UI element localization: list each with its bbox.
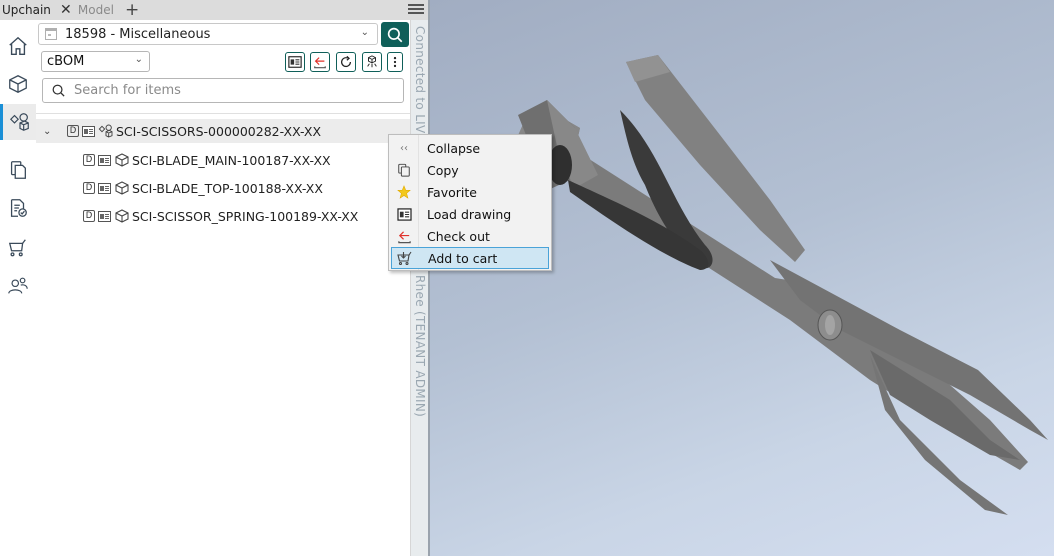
tab-label: Upchain	[2, 3, 51, 17]
refresh-icon	[341, 55, 351, 68]
assembly-tree-icon	[367, 55, 377, 68]
tab-upchain[interactable]: Upchain ✕	[0, 0, 76, 20]
chevron-down-icon: ⌄	[360, 27, 369, 38]
status-badge: D	[83, 154, 95, 166]
item-number: SCI-BLADE_TOP-100188-XX-XX	[132, 180, 323, 196]
check-out-button[interactable]	[310, 52, 330, 72]
close-icon[interactable]: ✕	[59, 2, 73, 18]
assembly-icon	[98, 124, 113, 138]
drawing-icon	[98, 154, 111, 166]
item-number: SCI-SCISSORS-000000282-XX-XX	[116, 123, 322, 139]
calendar-icon	[45, 28, 57, 40]
plus-icon[interactable]: +	[125, 0, 139, 20]
star-icon	[391, 181, 417, 203]
load-drawing-button[interactable]	[285, 52, 305, 72]
search-button[interactable]	[381, 22, 409, 47]
check-out-icon	[391, 225, 417, 247]
cart-icon	[8, 239, 26, 257]
check-out-icon	[314, 57, 326, 69]
connection-status-bar: Connected to LIVE Rhee (TENANT ADMIN)	[410, 20, 428, 556]
connection-status-top: Connected to LIVE	[413, 26, 427, 142]
chevron-down-icon: ⌄	[134, 54, 143, 65]
drawing-icon	[288, 56, 302, 68]
status-badge: D	[83, 182, 95, 194]
more-vertical-icon	[393, 56, 397, 68]
tree-row[interactable]: D SCI-BLADE_TOP-100188-XX-XX	[83, 176, 323, 200]
nav-parts[interactable]	[0, 66, 36, 102]
collapse-icon: ‹‹	[400, 142, 408, 154]
home-icon	[9, 36, 27, 55]
nav-home[interactable]	[0, 28, 36, 64]
chevron-down-icon[interactable]: ⌄	[43, 126, 55, 137]
nav-users[interactable]	[0, 268, 36, 304]
menu-item-load-drawing[interactable]: Load drawing	[391, 203, 549, 225]
drawing-icon	[391, 203, 417, 225]
connection-status-user: Rhee (TENANT ADMIN)	[413, 275, 427, 418]
assembly-tree-button[interactable]	[362, 52, 382, 72]
left-nav	[0, 20, 36, 556]
drawing-icon	[82, 125, 95, 137]
menu-item-label: Check out	[427, 228, 490, 244]
cube-icon	[9, 75, 27, 93]
tab-model[interactable]: Model	[76, 0, 117, 20]
menu-item-label: Collapse	[427, 140, 481, 156]
item-search-field[interactable]	[42, 78, 404, 103]
part-icon	[115, 209, 129, 223]
search-icon	[387, 27, 403, 42]
status-badge: D	[67, 125, 79, 137]
tab-label: Model	[77, 3, 114, 17]
assembly-icon	[9, 113, 29, 131]
document-check-icon	[10, 199, 27, 217]
bom-type-select[interactable]: cBOM ⌄	[41, 51, 150, 72]
tree-row-root[interactable]: ⌄ D SCI-SCISSORS-000000282-XX-XX	[36, 119, 410, 143]
users-icon	[8, 277, 28, 294]
nav-cart[interactable]	[0, 230, 36, 266]
hamburger-icon[interactable]	[408, 2, 424, 18]
scissors-model	[516, 55, 1048, 515]
part-icon	[115, 181, 129, 195]
menu-item-label: Add to cart	[428, 250, 498, 266]
search-icon	[52, 84, 65, 97]
menu-item-check-out[interactable]: Check out	[391, 225, 549, 247]
divider	[36, 113, 410, 114]
menu-item-favorite[interactable]: Favorite	[391, 181, 549, 203]
items-panel: 18598 - Miscellaneous ⌄ cBOM ⌄ ⌄ D SCI-S…	[36, 20, 410, 556]
more-options-button[interactable]	[387, 52, 403, 72]
project-select[interactable]: 18598 - Miscellaneous ⌄	[38, 23, 378, 45]
drawing-icon	[98, 210, 111, 222]
nav-approvals[interactable]	[0, 190, 36, 226]
nav-assemblies[interactable]	[0, 104, 36, 140]
menu-item-collapse[interactable]: ‹‹ Collapse	[391, 137, 549, 159]
copy-icon	[391, 159, 417, 181]
search-input[interactable]	[74, 83, 374, 98]
menu-item-add-to-cart[interactable]: Add to cart	[391, 247, 549, 269]
nav-documents[interactable]	[0, 152, 36, 188]
tab-strip: Upchain ✕ Model +	[0, 0, 428, 20]
context-menu: ‹‹ Collapse Copy Favorite Load drawing C…	[388, 134, 552, 271]
item-number: SCI-SCISSOR_SPRING-100189-XX-XX	[132, 208, 359, 224]
tree-row[interactable]: D SCI-BLADE_MAIN-100187-XX-XX	[83, 148, 331, 172]
model-viewport[interactable]	[430, 0, 1054, 556]
menu-item-label: Favorite	[427, 184, 477, 200]
menu-item-copy[interactable]: Copy	[391, 159, 549, 181]
documents-icon	[10, 161, 26, 179]
status-badge: D	[83, 210, 95, 222]
tree-row[interactable]: D SCI-SCISSOR_SPRING-100189-XX-XX	[83, 204, 358, 228]
add-to-cart-icon	[392, 247, 418, 269]
bom-type-value: cBOM	[47, 54, 85, 69]
refresh-button[interactable]	[336, 52, 356, 72]
drawing-icon	[98, 182, 111, 194]
project-select-value: 18598 - Miscellaneous	[65, 26, 211, 42]
part-icon	[115, 153, 129, 167]
item-number: SCI-BLADE_MAIN-100187-XX-XX	[132, 152, 331, 168]
menu-item-label: Copy	[427, 162, 459, 178]
menu-item-label: Load drawing	[427, 206, 512, 222]
